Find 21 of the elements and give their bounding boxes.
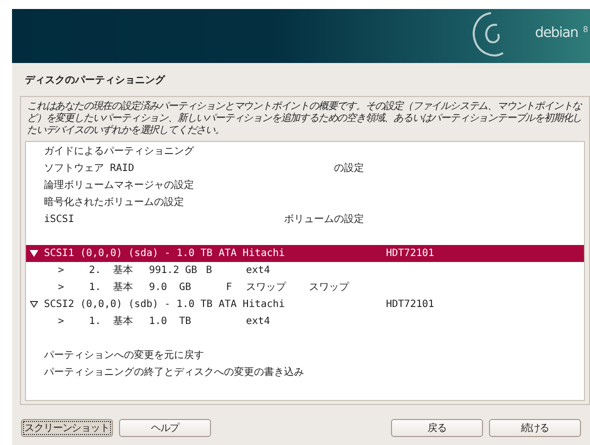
disk-row[interactable]: SCSI1 (0,0,0) (sda) - 1.0 TB ATA Hitachi HDT72101	[26, 245, 584, 262]
menu-item[interactable]: パーティショニングの終了とディスクへの変更の書き込み	[26, 364, 584, 381]
menu-item[interactable]: iSCSI ボリュームの設定	[26, 211, 584, 228]
dialog-button[interactable]: ヘルプ	[119, 419, 211, 437]
dialog-button[interactable]: 続ける	[489, 419, 581, 437]
menu-item[interactable]: 暗号化されたボリュームの設定	[26, 194, 584, 211]
brand-name: debian	[535, 25, 578, 41]
dialog-button[interactable]: スクリーンショット	[21, 419, 113, 437]
partition-row[interactable]: > 1. 基本 1.0 TB ext4	[26, 313, 584, 330]
expander-icon[interactable]	[30, 301, 38, 308]
partition-row[interactable]: > 2. 基本 991.2 GB B ext4	[26, 262, 584, 279]
description: これはあなたの現在の設定済みパーティションとマウントポイントの概要です。その設定（ファイルシステム、マウントポイントなど）を変更したいパーティション、新しいパーティションを追加するための空き領域、あるいはパーティションテーブルを初期化したいデバイスのいずれかを選択してください。	[26, 100, 584, 137]
version-number: 8	[583, 25, 588, 35]
page-title: ディスクのパーティショニング	[25, 74, 166, 88]
menu-item[interactable]: 論理ボリュームマネージャの設定	[26, 177, 584, 194]
dialog-button[interactable]: 戻る	[391, 419, 483, 437]
menu-item[interactable]: ガイドによるパーティショニング	[26, 143, 584, 160]
menu-item[interactable]: パーティションへの変更を元に戻す	[26, 347, 584, 364]
menu-item[interactable]: ソフトウェア RAID の設定	[26, 160, 584, 177]
partition-row[interactable]: > 1. 基本 9.0 GB F スワップ スワップ	[26, 279, 584, 296]
disk-row[interactable]: SCSI2 (0,0,0) (sdb) - 1.0 TB ATA Hitachi HDT72101	[26, 296, 584, 313]
